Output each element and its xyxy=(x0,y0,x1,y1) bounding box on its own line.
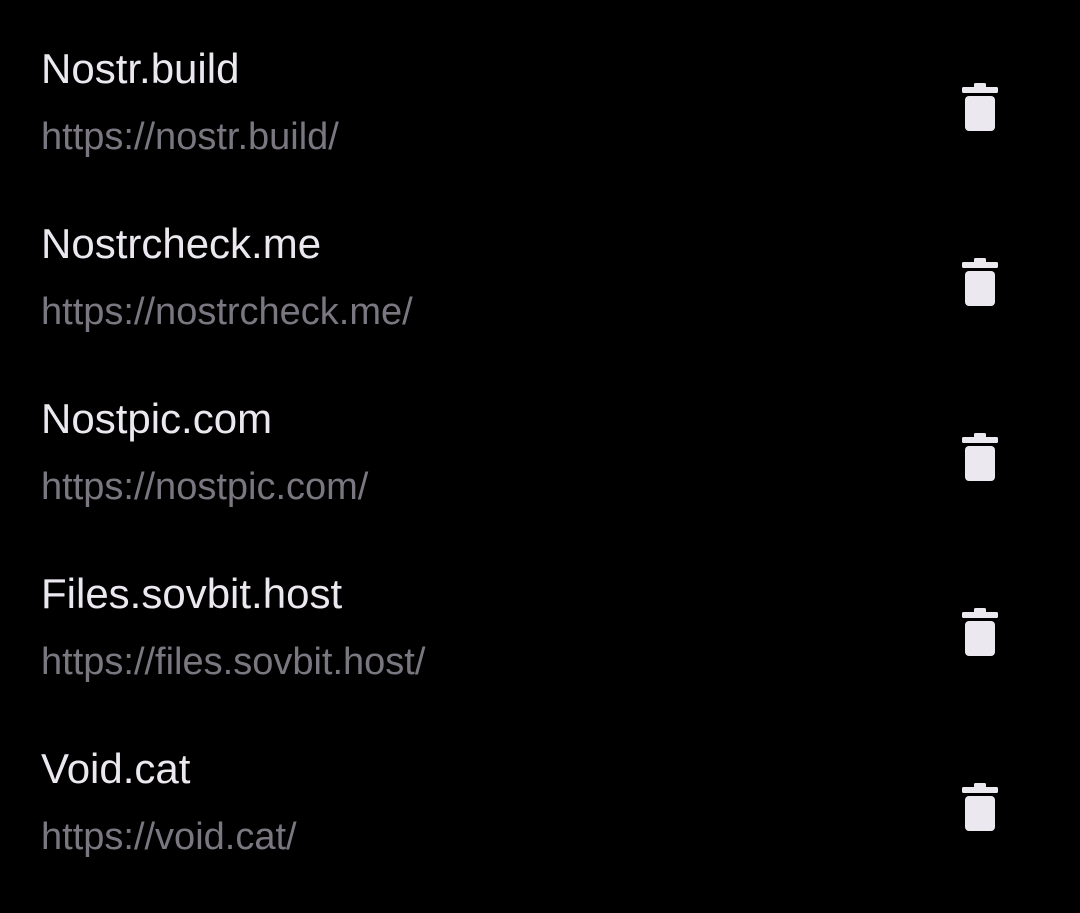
server-name: Nostpic.com xyxy=(41,395,273,442)
delete-server-button[interactable] xyxy=(952,252,1008,312)
server-row[interactable]: Nostpic.com https://nostpic.com/ xyxy=(0,375,1080,550)
server-url: https://nostrcheck.me/ xyxy=(41,291,413,333)
delete-server-button[interactable] xyxy=(952,427,1008,487)
trash-icon xyxy=(962,83,998,131)
server-name: Nostr.build xyxy=(41,45,240,92)
server-row[interactable]: Nostr.build https://nostr.build/ xyxy=(0,25,1080,200)
server-url: https://void.cat/ xyxy=(41,816,297,858)
delete-server-button[interactable] xyxy=(952,602,1008,662)
server-url: https://files.sovbit.host/ xyxy=(41,641,426,683)
server-url: https://nostpic.com/ xyxy=(41,466,369,508)
server-row[interactable]: Nostrcheck.me https://nostrcheck.me/ xyxy=(0,200,1080,375)
trash-icon xyxy=(962,608,998,656)
server-name: Void.cat xyxy=(41,745,191,792)
trash-icon xyxy=(962,258,998,306)
server-row[interactable]: Files.sovbit.host https://files.sovbit.h… xyxy=(0,550,1080,725)
media-server-list: Nostr.build https://nostr.build/ Nostrch… xyxy=(0,0,1080,913)
delete-server-button[interactable] xyxy=(952,777,1008,837)
delete-server-button[interactable] xyxy=(952,77,1008,137)
trash-icon xyxy=(962,433,998,481)
server-url: https://nostr.build/ xyxy=(41,116,339,158)
server-name: Files.sovbit.host xyxy=(41,570,343,617)
server-name: Nostrcheck.me xyxy=(41,220,322,267)
trash-icon xyxy=(962,783,998,831)
server-row[interactable]: Void.cat https://void.cat/ xyxy=(0,725,1080,900)
